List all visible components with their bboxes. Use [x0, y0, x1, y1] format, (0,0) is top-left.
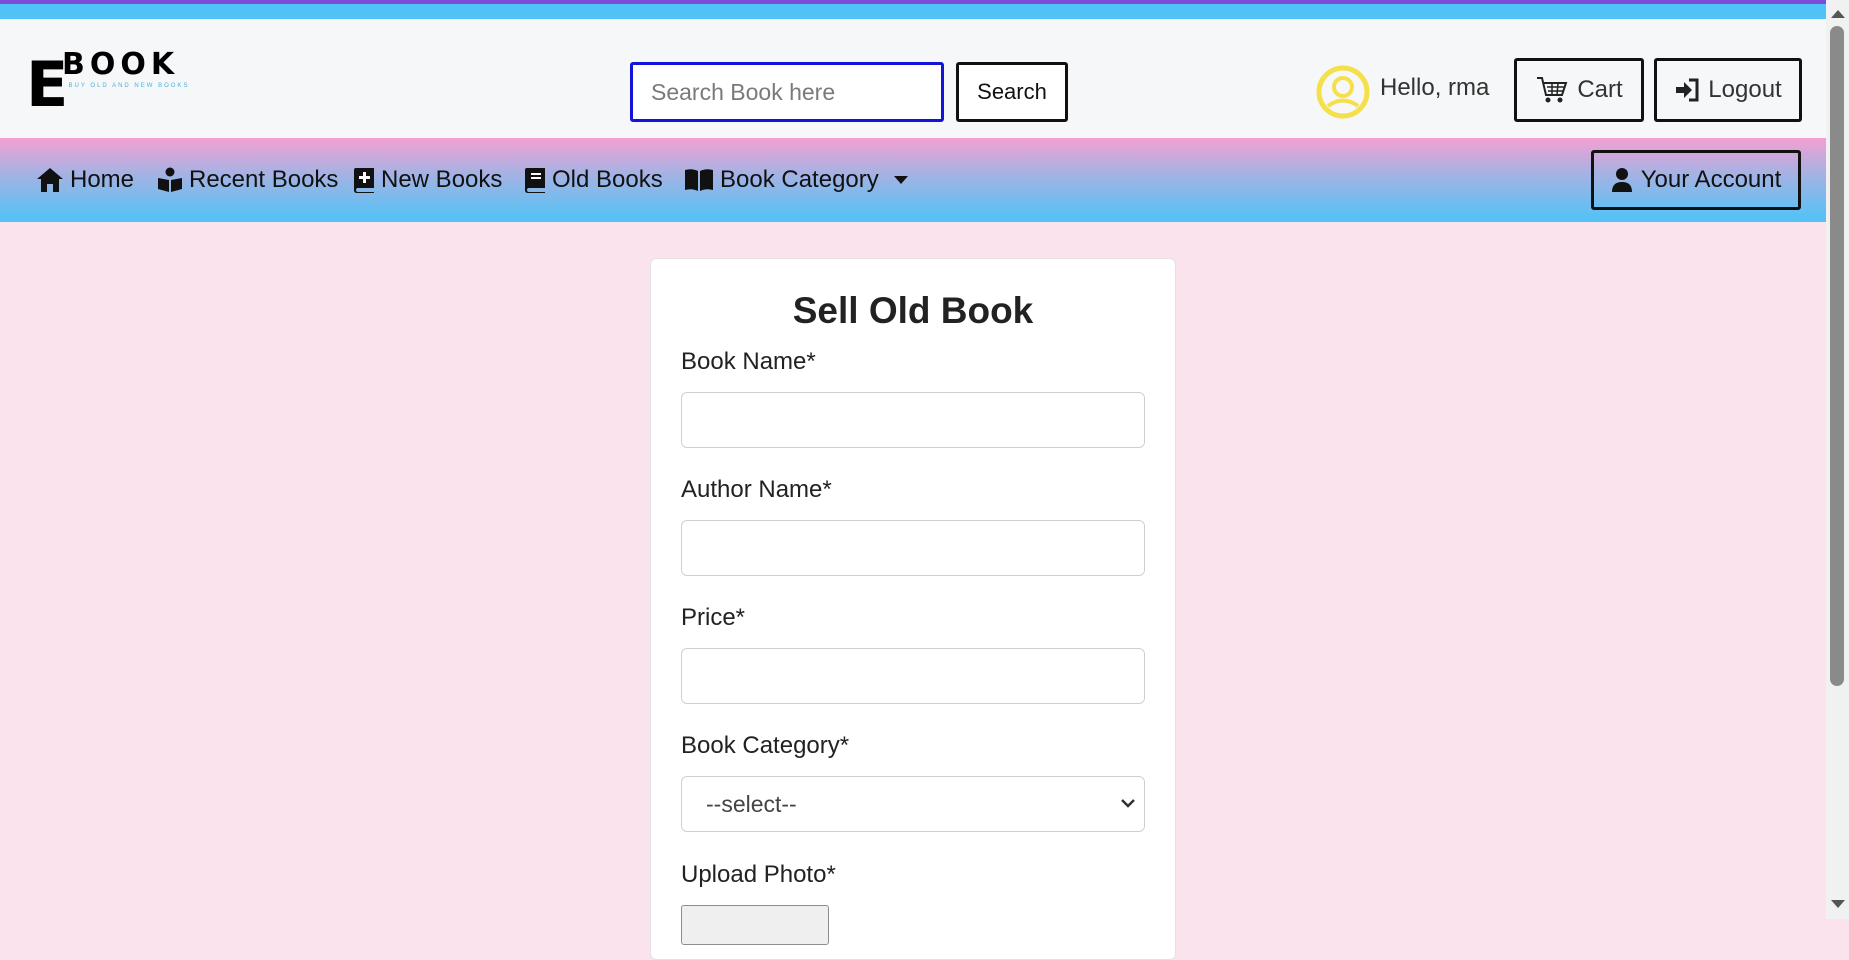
nav-label: Recent Books [189, 166, 339, 193]
logout-button[interactable]: Logout [1654, 58, 1802, 122]
author-name-label: Author Name* [681, 476, 832, 503]
page-title: Sell Old Book [792, 290, 1034, 331]
book-open-icon [685, 169, 713, 191]
upload-photo-label: Upload Photo* [681, 861, 836, 888]
nav-item-old-books[interactable]: Old Books [524, 162, 663, 198]
nav-label: Home [70, 166, 135, 193]
book-name-field[interactable] [681, 392, 1145, 448]
cart-label: Cart [1577, 76, 1623, 103]
caret-down-icon [893, 176, 908, 184]
your-account-label: Your Account [1640, 166, 1782, 193]
scroll-up-arrow-icon[interactable] [1831, 10, 1845, 18]
scroll-down-arrow-icon[interactable] [1831, 900, 1845, 908]
book-category-select[interactable]: --select-- [681, 776, 1145, 832]
user-circle-icon [1316, 65, 1370, 119]
nav-item-new-books[interactable]: New Books [353, 162, 502, 198]
book-category-label: Book Category* [681, 732, 850, 759]
nav-item-recent-books[interactable]: Recent Books [157, 162, 338, 198]
price-field[interactable] [681, 648, 1145, 704]
user-greeting: Hello, rma [1380, 74, 1490, 101]
book-name-label: Book Name* [681, 348, 816, 375]
search-button[interactable]: Search [956, 62, 1068, 122]
logo-tagline: BUY OLD AND NEW BOOKS [68, 83, 190, 89]
cart-icon [1537, 77, 1568, 103]
site-header: E BOOK BUY OLD AND NEW BOOKS Search Hell… [0, 19, 1826, 138]
logo[interactable]: E BOOK BUY OLD AND NEW BOOKS [26, 47, 196, 123]
nav-item-home[interactable]: Home [36, 162, 134, 198]
vertical-scrollbar[interactable] [1826, 0, 1849, 919]
book-reader-icon [158, 167, 182, 192]
nav-label: New Books [381, 166, 503, 193]
your-account-button[interactable]: Your Account [1591, 150, 1801, 210]
search-input[interactable] [630, 62, 944, 122]
home-icon [37, 168, 63, 192]
book-icon [525, 167, 545, 193]
logout-label: Logout [1708, 76, 1782, 103]
top-accent-strip [0, 0, 1849, 19]
scroll-thumb[interactable] [1830, 26, 1844, 686]
nav-label: Book Category [720, 166, 879, 193]
nav-item-book-category[interactable]: Book Category [684, 162, 909, 198]
book-medical-icon [354, 167, 374, 193]
logo-letter: E [26, 48, 68, 121]
sign-in-icon [1676, 78, 1699, 102]
cart-button[interactable]: Cart [1514, 58, 1644, 122]
choose-file-button[interactable] [681, 905, 829, 945]
chevron-down-icon [1121, 799, 1135, 808]
logo-word: BOOK [62, 47, 180, 82]
author-name-field[interactable] [681, 520, 1145, 576]
price-label: Price* [681, 604, 746, 631]
user-icon [1611, 168, 1632, 192]
sell-book-card: Sell Old Book Book Name* Author Name* Pr… [650, 258, 1176, 960]
main-navbar: Home Recent Books New Books Old Books Bo… [0, 138, 1826, 222]
select-value: --select-- [706, 790, 797, 817]
nav-label: Old Books [552, 166, 663, 193]
